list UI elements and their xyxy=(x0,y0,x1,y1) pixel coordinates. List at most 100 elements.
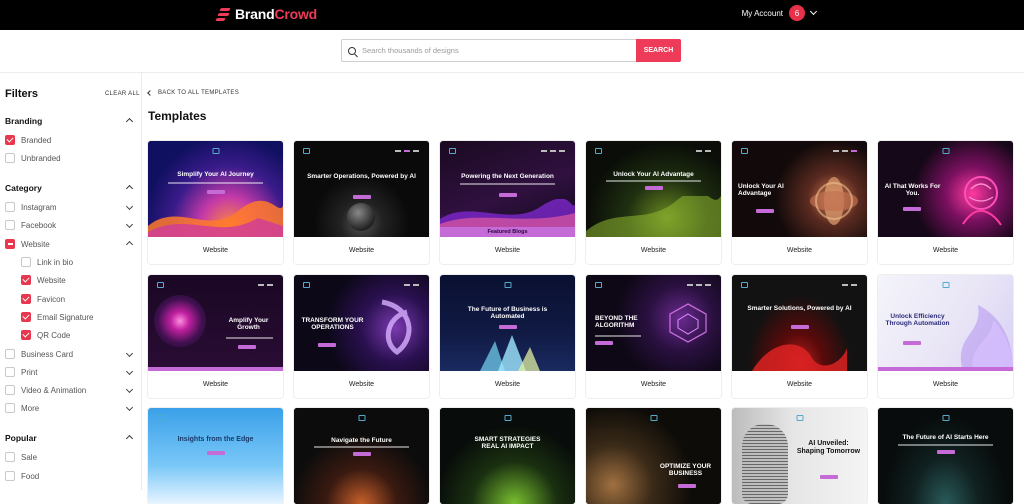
template-thumbnail[interactable]: Unlock Your AI Advantage xyxy=(586,141,721,237)
template-cta xyxy=(595,341,613,345)
wave-graphic xyxy=(148,200,283,237)
template-card[interactable]: AI That Works For You. Website xyxy=(878,141,1013,264)
template-logo-icon xyxy=(595,148,602,154)
filter-website-sub[interactable]: Website xyxy=(21,275,66,285)
filter-link-in-bio[interactable]: Link in bio xyxy=(21,257,73,267)
template-thumbnail[interactable]: The Future of Business is Automated xyxy=(440,275,575,371)
checkbox-sale[interactable] xyxy=(5,452,15,462)
checkbox-email-signature[interactable] xyxy=(21,312,31,322)
chevron-down-icon[interactable] xyxy=(125,403,134,412)
checkbox-unbranded[interactable] xyxy=(5,153,15,163)
filter-favicon[interactable]: Favicon xyxy=(21,294,65,304)
template-headline: Unlock Efficiency Through Automation xyxy=(885,313,950,328)
my-account-menu[interactable]: My Account 6 xyxy=(742,5,818,21)
checkbox-video-animation[interactable] xyxy=(5,385,15,395)
category-heading[interactable]: Category xyxy=(5,183,42,193)
chevron-left-icon xyxy=(147,90,153,96)
filter-website[interactable]: Website xyxy=(5,239,50,249)
template-headline: Smarter Operations, Powered by AI xyxy=(307,173,416,180)
chevron-down-icon[interactable] xyxy=(125,220,134,229)
template-thumbnail[interactable]: Powering the Next Generation Featured Bl… xyxy=(440,141,575,237)
template-card[interactable]: BEYOND THE ALGORITHM Website xyxy=(586,275,721,398)
checkbox-facebook[interactable] xyxy=(5,220,15,230)
brandcrowd-logo[interactable]: BrandCrowd xyxy=(215,6,318,22)
template-card[interactable]: Amplify Your Growth Website xyxy=(148,275,283,398)
checkbox-website[interactable] xyxy=(5,239,15,249)
filter-print[interactable]: Print xyxy=(5,367,37,377)
filter-instagram[interactable]: Instagram xyxy=(5,202,57,212)
chevron-down-icon[interactable] xyxy=(125,367,134,376)
template-logo-icon xyxy=(504,282,511,288)
template-logo-icon xyxy=(303,148,310,154)
filter-sale[interactable]: Sale xyxy=(5,452,37,462)
chevron-up-icon[interactable] xyxy=(125,117,134,126)
checkbox-qr-code[interactable] xyxy=(21,330,31,340)
template-card[interactable]: Unlock Efficiency Through Automation Web… xyxy=(878,275,1013,398)
filter-more[interactable]: More xyxy=(5,403,39,413)
search-bar: SEARCH xyxy=(341,39,681,62)
header-divider xyxy=(0,72,1024,73)
filter-email-signature[interactable]: Email Signature xyxy=(21,312,93,322)
template-thumbnail[interactable]: Unlock Efficiency Through Automation xyxy=(878,275,1013,371)
checkbox-more[interactable] xyxy=(5,403,15,413)
chevron-down-icon[interactable] xyxy=(125,202,134,211)
filter-unbranded[interactable]: Unbranded xyxy=(5,153,61,163)
filter-label: Instagram xyxy=(21,202,57,212)
checkbox-branded[interactable] xyxy=(5,135,15,145)
template-headline: Insights from the Edge xyxy=(177,436,254,443)
filter-business-card[interactable]: Business Card xyxy=(5,349,73,359)
filter-label: Unbranded xyxy=(21,153,61,163)
template-card[interactable]: Smarter Operations, Powered by AI Websit… xyxy=(294,141,429,264)
template-card[interactable]: Simplify Your AI Journey Website xyxy=(148,141,283,264)
template-logo-icon xyxy=(212,148,219,154)
template-thumbnail[interactable]: Smarter Operations, Powered by AI xyxy=(294,141,429,237)
template-thumbnail[interactable]: Smarter Solutions, Powered by AI xyxy=(732,275,867,371)
checkbox-business-card[interactable] xyxy=(5,349,15,359)
filter-facebook[interactable]: Facebook xyxy=(5,220,56,230)
template-nav xyxy=(404,284,419,286)
template-card[interactable]: Powering the Next Generation Featured Bl… xyxy=(440,141,575,264)
ribbon-graphic xyxy=(752,344,847,371)
chevron-up-icon[interactable] xyxy=(125,240,134,249)
template-thumbnail[interactable]: BEYOND THE ALGORITHM xyxy=(586,275,721,371)
template-card[interactable]: Unlock Your AI Advantage Website xyxy=(732,141,867,264)
checkbox-food[interactable] xyxy=(5,471,15,481)
template-thumbnail[interactable]: AI That Works For You. xyxy=(878,141,1013,237)
filter-food[interactable]: Food xyxy=(5,471,39,481)
chevron-up-icon[interactable] xyxy=(125,184,134,193)
template-cta xyxy=(318,343,336,347)
checkbox-website-sub[interactable] xyxy=(21,275,31,285)
template-logo-icon xyxy=(157,282,164,288)
template-label: Website xyxy=(148,237,283,264)
chevron-down-icon[interactable] xyxy=(125,385,134,394)
branding-heading[interactable]: Branding xyxy=(5,116,42,126)
checkbox-instagram[interactable] xyxy=(5,202,15,212)
template-thumbnail[interactable]: Amplify Your Growth xyxy=(148,275,283,371)
search-button[interactable]: SEARCH xyxy=(636,39,681,62)
checkbox-favicon[interactable] xyxy=(21,294,31,304)
wave-graphic xyxy=(440,199,575,227)
checkbox-link-in-bio[interactable] xyxy=(21,257,31,267)
filter-video-animation[interactable]: Video & Animation xyxy=(5,385,86,395)
chevron-down-icon[interactable] xyxy=(125,349,134,358)
checkbox-print[interactable] xyxy=(5,367,15,377)
search-input[interactable] xyxy=(362,46,622,55)
filter-branded[interactable]: Branded xyxy=(5,135,51,145)
template-card[interactable]: Smarter Solutions, Powered by AI Website xyxy=(732,275,867,398)
template-card[interactable]: Unlock Your AI Advantage Website xyxy=(586,141,721,264)
template-thumbnail[interactable]: Unlock Your AI Advantage xyxy=(732,141,867,237)
filter-label: Print xyxy=(21,367,38,377)
chevron-up-icon[interactable] xyxy=(125,434,134,443)
filter-qr-code[interactable]: QR Code xyxy=(21,330,70,340)
template-card[interactable]: TRANSFORM YOUR OPERATIONS Website xyxy=(294,275,429,398)
template-headline: Smarter Solutions, Powered by AI xyxy=(747,305,852,312)
template-card[interactable]: The Future of Business is Automated Webs… xyxy=(440,275,575,398)
template-thumbnail[interactable]: Simplify Your AI Journey xyxy=(148,141,283,237)
popular-heading[interactable]: Popular xyxy=(5,433,37,443)
back-to-templates-link[interactable]: BACK TO ALL TEMPLATES xyxy=(147,90,239,96)
logo-text: BrandCrowd xyxy=(235,6,318,22)
template-label: Website xyxy=(294,237,429,264)
template-thumbnail[interactable]: TRANSFORM YOUR OPERATIONS xyxy=(294,275,429,371)
clear-all-link[interactable]: CLEAR ALL xyxy=(105,91,140,97)
template-nav xyxy=(833,150,857,152)
